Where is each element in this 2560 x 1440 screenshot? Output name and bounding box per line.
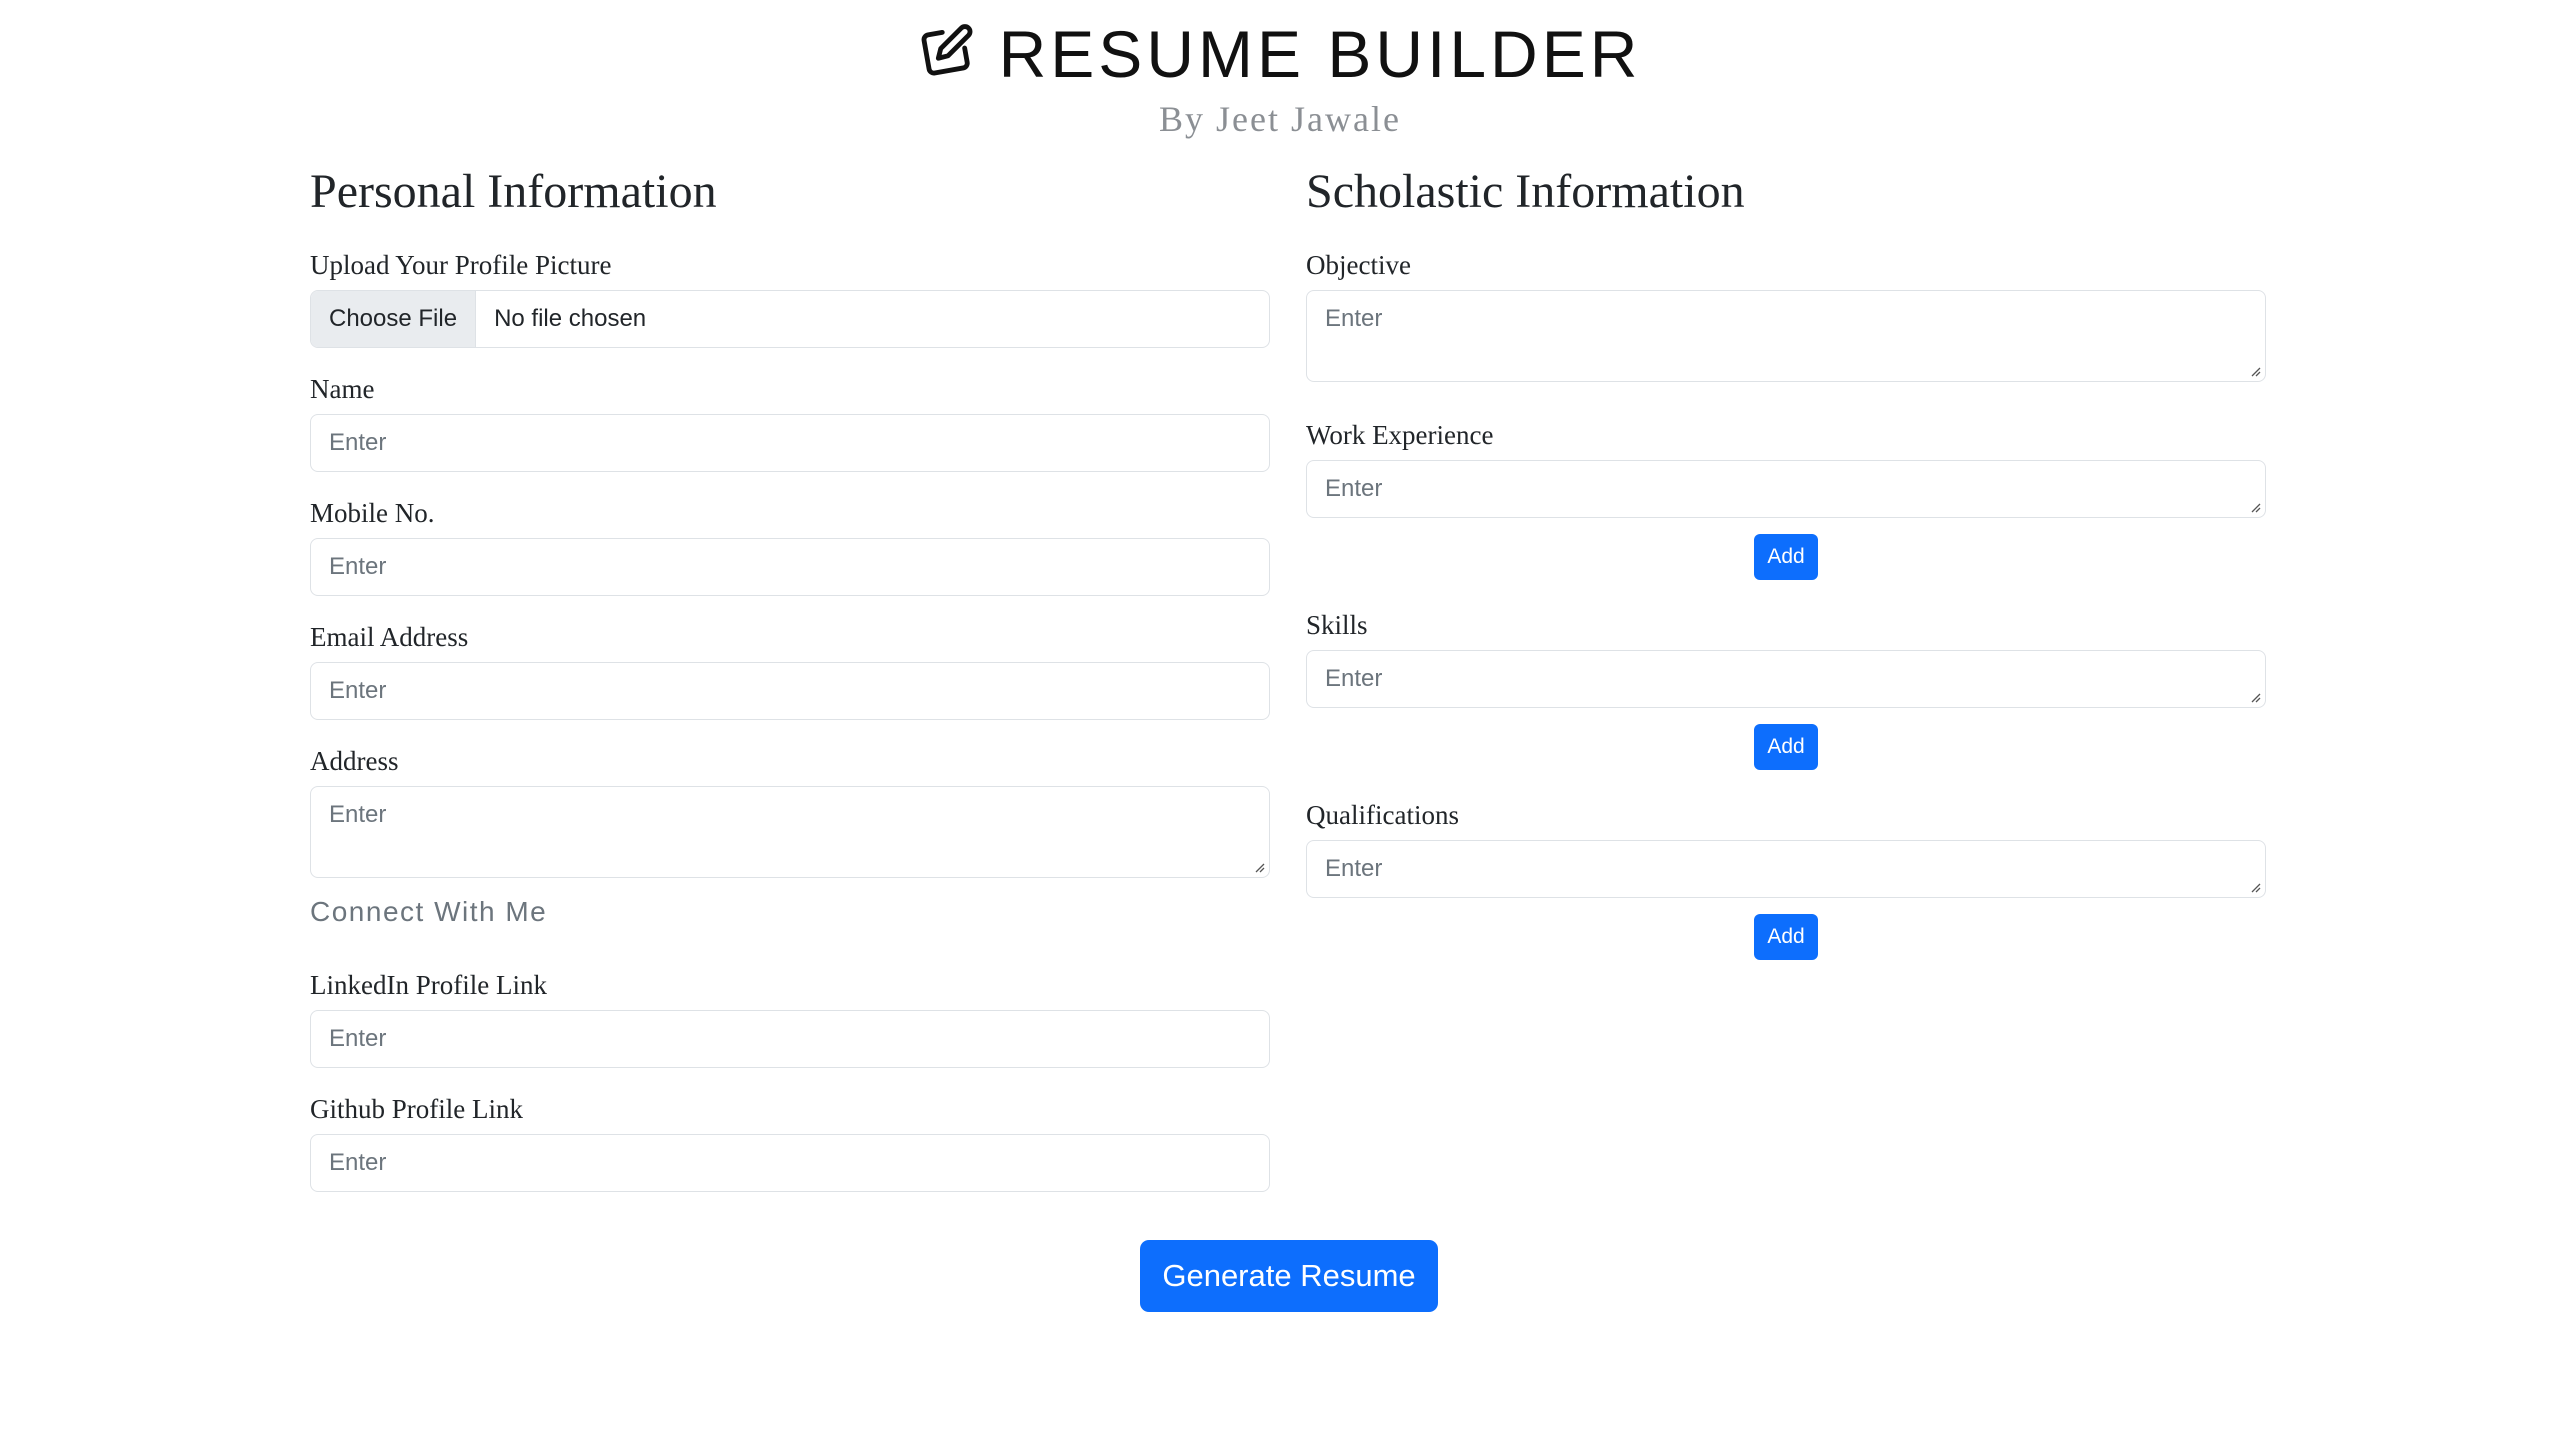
resize-grip-icon[interactable] bbox=[1253, 861, 1265, 873]
page-subtitle: By Jeet Jawale bbox=[1159, 99, 1401, 139]
profile-picture-field: Upload Your Profile Picture Choose File … bbox=[310, 248, 1270, 348]
github-input[interactable]: Enter bbox=[310, 1134, 1270, 1192]
address-textarea[interactable]: Enter bbox=[310, 786, 1270, 878]
qualifications-field: Qualifications Enter bbox=[1306, 798, 2266, 898]
email-label: Email Address bbox=[310, 622, 469, 652]
skills-label: Skills bbox=[1306, 610, 1368, 640]
skills-textarea[interactable]: Enter bbox=[1306, 650, 2266, 708]
resize-grip-icon[interactable] bbox=[2249, 365, 2261, 377]
mobile-input[interactable]: Enter bbox=[310, 538, 1270, 596]
linkedin-field: LinkedIn Profile Link Enter bbox=[310, 968, 1270, 1068]
work-experience-field: Work Experience Enter bbox=[1306, 418, 2266, 518]
choose-file-button[interactable]: Choose File bbox=[311, 291, 477, 347]
personal-information-section: Personal Information Upload Your Profile… bbox=[310, 160, 1270, 1192]
address-placeholder: Enter bbox=[329, 801, 387, 828]
profile-picture-label: Upload Your Profile Picture bbox=[310, 250, 612, 280]
resize-grip-icon[interactable] bbox=[2249, 501, 2261, 513]
skills-placeholder: Enter bbox=[1325, 665, 1383, 692]
work-experience-label: Work Experience bbox=[1306, 420, 1494, 450]
name-field: Name Enter bbox=[310, 372, 1270, 472]
generate-resume-button[interactable]: Generate Resume bbox=[1140, 1240, 1438, 1312]
objective-label: Objective bbox=[1306, 250, 1411, 280]
mobile-label: Mobile No. bbox=[310, 498, 435, 528]
add-skills-button[interactable]: Add bbox=[1754, 724, 1818, 770]
linkedin-label: LinkedIn Profile Link bbox=[310, 970, 547, 1000]
page-title: RESUME BUILDER bbox=[998, 17, 1642, 91]
resize-grip-icon[interactable] bbox=[2249, 881, 2261, 893]
profile-picture-input[interactable]: Choose File No file chosen bbox=[310, 290, 1270, 348]
email-input[interactable]: Enter bbox=[310, 662, 1270, 720]
address-label: Address bbox=[310, 746, 399, 776]
connect-with-me-heading: Connect With Me bbox=[310, 896, 548, 927]
personal-section-title: Personal Information bbox=[310, 165, 717, 218]
edit-pencil-square-icon bbox=[919, 22, 977, 80]
scholastic-information-section: Scholastic Information Objective Enter W… bbox=[1306, 160, 2266, 960]
work-experience-placeholder: Enter bbox=[1325, 475, 1383, 502]
add-work-experience-button[interactable]: Add bbox=[1754, 534, 1818, 580]
address-field: Address Enter bbox=[310, 744, 1270, 878]
linkedin-input[interactable]: Enter bbox=[310, 1010, 1270, 1068]
github-label: Github Profile Link bbox=[310, 1094, 523, 1124]
qualifications-label: Qualifications bbox=[1306, 800, 1459, 830]
mobile-field: Mobile No. Enter bbox=[310, 496, 1270, 596]
objective-field: Objective Enter bbox=[1306, 248, 2266, 382]
work-experience-textarea[interactable]: Enter bbox=[1306, 460, 2266, 518]
qualifications-textarea[interactable]: Enter bbox=[1306, 840, 2266, 898]
title-row: RESUME BUILDER bbox=[0, 16, 2560, 92]
email-field: Email Address Enter bbox=[310, 620, 1270, 720]
github-field: Github Profile Link Enter bbox=[310, 1092, 1270, 1192]
skills-field: Skills Enter bbox=[1306, 608, 2266, 708]
objective-placeholder: Enter bbox=[1325, 305, 1383, 332]
qualifications-placeholder: Enter bbox=[1325, 855, 1383, 882]
objective-textarea[interactable]: Enter bbox=[1306, 290, 2266, 382]
file-status-text: No file chosen bbox=[494, 305, 647, 332]
name-label: Name bbox=[310, 374, 375, 404]
scholastic-section-title: Scholastic Information bbox=[1306, 165, 1745, 218]
resize-grip-icon[interactable] bbox=[2249, 691, 2261, 703]
name-input[interactable]: Enter bbox=[310, 414, 1270, 472]
add-qualifications-button[interactable]: Add bbox=[1754, 914, 1818, 960]
